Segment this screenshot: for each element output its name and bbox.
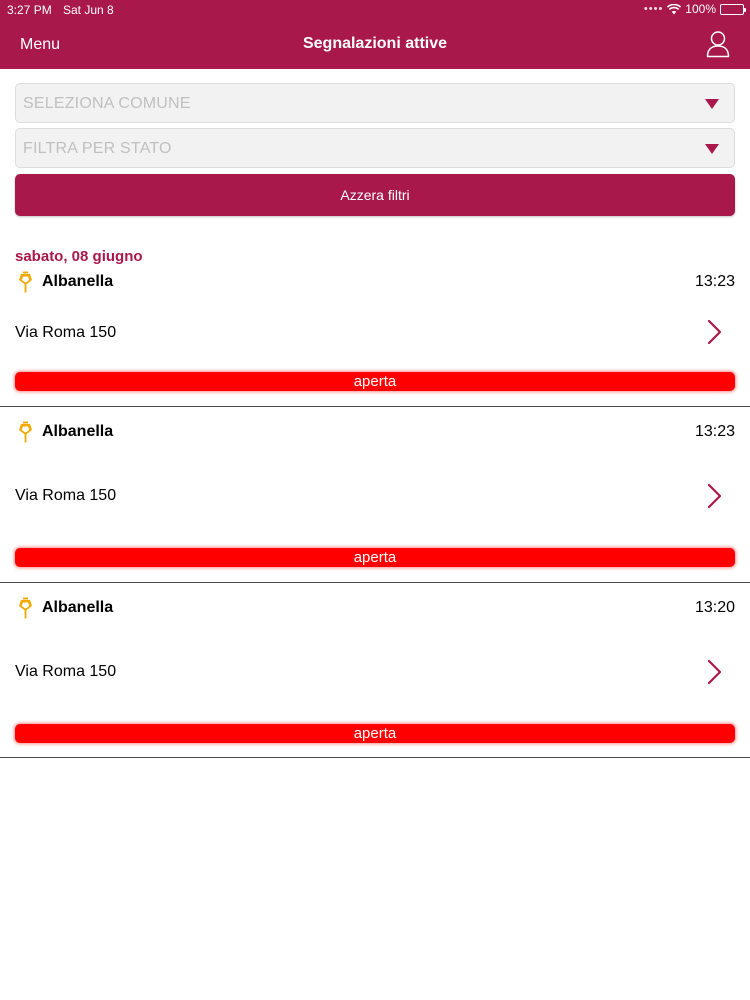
row-divider xyxy=(0,582,750,583)
battery-icon xyxy=(720,3,746,15)
reset-filters-button[interactable]: Azzera filtri xyxy=(15,174,735,216)
row-divider xyxy=(0,406,750,407)
status-badge: aperta xyxy=(15,548,735,567)
street-lamp-icon xyxy=(19,597,32,619)
report-address: Via Roma 150 xyxy=(15,663,117,680)
battery-percentage: 100% xyxy=(685,2,716,16)
street-lamp-icon xyxy=(19,421,32,443)
status-badge: aperta xyxy=(15,372,735,391)
dropdown-arrow-icon xyxy=(705,144,719,154)
chevron-right-icon[interactable] xyxy=(707,483,723,509)
app-header: 3:27 PM Sat Jun 8 •••• 100% Menu Segnala… xyxy=(0,0,750,69)
status-indicators: •••• 100% xyxy=(643,2,746,16)
status-time: 3:27 PM xyxy=(7,3,52,17)
user-icon[interactable] xyxy=(706,30,730,58)
status-date: Sat Jun 8 xyxy=(63,3,114,17)
chevron-right-icon[interactable] xyxy=(707,659,723,685)
comune-select[interactable]: SELEZIONA COMUNE xyxy=(15,83,735,123)
chevron-right-icon[interactable] xyxy=(707,319,723,345)
wifi-icon xyxy=(667,3,682,14)
report-town: Albanella xyxy=(42,273,114,290)
report-town: Albanella xyxy=(42,423,114,440)
report-address: Via Roma 150 xyxy=(15,324,117,341)
page-title: Segnalazioni attive xyxy=(302,35,448,52)
report-address: Via Roma 150 xyxy=(15,487,117,504)
report-time: 13:20 xyxy=(694,599,735,616)
stato-select[interactable]: FILTRA PER STATO xyxy=(15,128,735,168)
status-badge: aperta xyxy=(15,724,735,743)
comune-select-placeholder: SELEZIONA COMUNE xyxy=(23,95,191,112)
report-time: 13:23 xyxy=(694,273,735,290)
street-lamp-icon xyxy=(19,271,32,293)
date-section-header: sabato, 08 giugno xyxy=(15,248,143,265)
stato-select-placeholder: FILTRA PER STATO xyxy=(23,140,172,157)
report-town: Albanella xyxy=(42,599,114,616)
dropdown-arrow-icon xyxy=(705,99,719,109)
report-time: 13:23 xyxy=(694,423,735,440)
signal-dots-icon: •••• xyxy=(643,3,664,15)
status-bar: 3:27 PM Sat Jun 8 •••• 100% xyxy=(0,0,750,20)
row-divider xyxy=(0,757,750,758)
